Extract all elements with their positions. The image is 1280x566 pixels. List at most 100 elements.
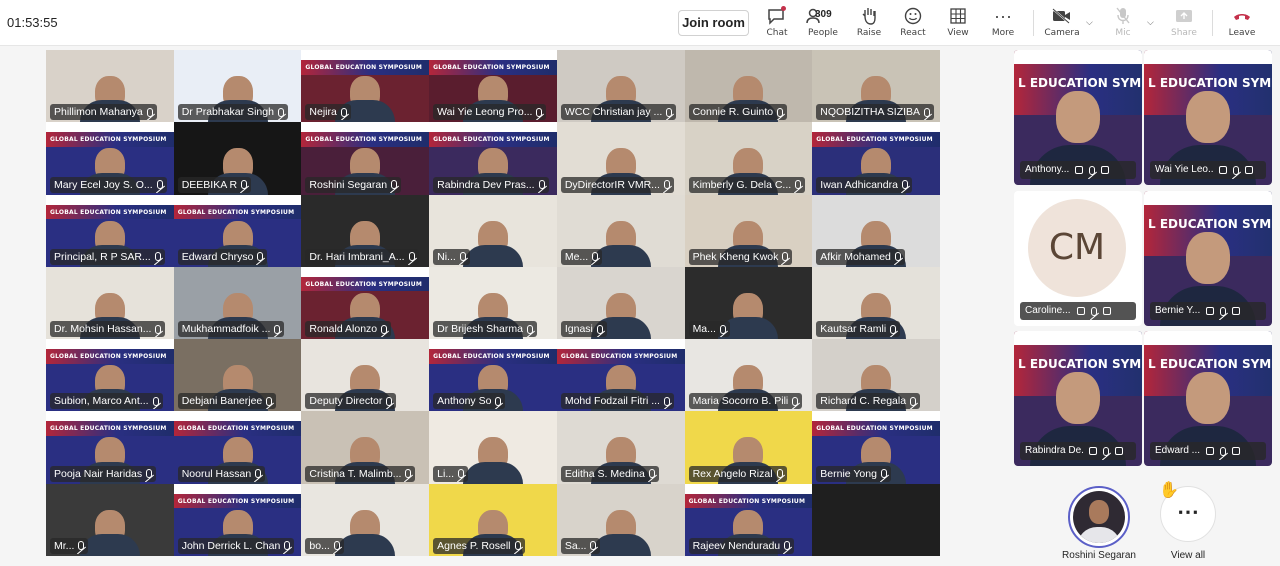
sponsor-logo-strip: [1014, 331, 1142, 345]
participant-tile[interactable]: Phek Kheng Kwok: [684, 194, 813, 267]
participant-tile[interactable]: GLOBAL EDUCATION SYMPOSIUM Nejira: [301, 50, 430, 123]
participant-name: Nejira: [309, 106, 337, 119]
participant-tile[interactable]: GLOBAL EDUCATION SYMPOSIUM Rajeev Nendura…: [684, 483, 813, 556]
view-button[interactable]: View: [936, 6, 980, 42]
participant-name: Richard C. Regala: [820, 395, 907, 408]
participant-name: Ma...: [692, 323, 716, 336]
participant-video: [1186, 371, 1230, 424]
participant-tile[interactable]: Me...: [556, 194, 685, 267]
chat-button[interactable]: Chat: [755, 6, 799, 42]
participant-video: [462, 461, 523, 484]
participant-name: Sa...: [564, 539, 587, 552]
pin-icon[interactable]: [1102, 307, 1111, 315]
participant-tile[interactable]: NQOBIZITHA SIZIBA: [812, 50, 940, 123]
participant-tile[interactable]: Kautsar Ramli: [812, 266, 940, 340]
participant-tile[interactable]: DyDirectorIR VMR...: [556, 122, 685, 195]
pinned-participant-tile[interactable]: L EDUCATION SYMPO Wai Yie Leo...: [1144, 50, 1272, 185]
react-button[interactable]: React: [891, 6, 935, 42]
participant-tile[interactable]: GLOBAL EDUCATION SYMPOSIUM Mary Ecel Joy …: [46, 122, 174, 195]
participant-tile[interactable]: GLOBAL EDUCATION SYMPOSIUM Wai Yie Leong …: [429, 50, 557, 123]
participant-tile[interactable]: WCC Christian jay ...: [556, 50, 685, 123]
participant-tile[interactable]: Sa...: [556, 483, 685, 556]
participant-tile[interactable]: GLOBAL EDUCATION SYMPOSIUM Mohd Fodzail F…: [556, 339, 685, 412]
participant-tile[interactable]: Connie R. Guinto: [684, 50, 813, 123]
mic-muted-icon: [590, 541, 597, 551]
mic-muted-icon: [538, 180, 545, 190]
participant-tile[interactable]: GLOBAL EDUCATION SYMPOSIUM Ronald Alonzo: [301, 266, 430, 340]
people-button[interactable]: 309 People: [798, 6, 848, 42]
pinned-participant-tile[interactable]: L EDUCATION SYMPO Rabindra De...: [1014, 331, 1142, 466]
participant-tile[interactable]: GLOBAL EDUCATION SYMPOSIUM Principal, R P…: [46, 194, 174, 267]
share-button[interactable]: Share: [1162, 6, 1206, 42]
participant-name-tag: Connie R. Guinto: [688, 104, 788, 121]
participant-name-tag: Ma...: [688, 321, 730, 338]
participant-tile[interactable]: Dr Brijesh Sharma: [429, 266, 557, 340]
participant-tile[interactable]: Ignasi: [556, 266, 685, 340]
more-label: More: [991, 28, 1015, 38]
more-button[interactable]: ··· More: [981, 6, 1025, 42]
presenter-avatar[interactable]: [1068, 486, 1130, 548]
camera-options-chevron-icon[interactable]: ⌵: [1086, 17, 1093, 28]
people-count: 309: [815, 9, 832, 20]
participant-tile[interactable]: Dr. Hari Imbrani_A...: [301, 194, 430, 267]
participant-name: Subion, Marco Ant...: [54, 395, 149, 408]
participant-tile[interactable]: GLOBAL EDUCATION SYMPOSIUM Iwan Adhicandr…: [812, 122, 940, 195]
participant-tile[interactable]: Ni...: [429, 194, 557, 267]
pinned-participant-tile[interactable]: L EDUCATION SYMPO Edward ...: [1144, 331, 1272, 466]
participant-tile[interactable]: GLOBAL EDUCATION SYMPOSIUM Edward Chryso: [173, 194, 302, 267]
participant-tile[interactable]: Afkir Mohamed: [812, 194, 940, 267]
participant-tile[interactable]: Dr Prabhakar Singh: [173, 50, 302, 123]
participant-tile[interactable]: GLOBAL EDUCATION SYMPOSIUM Noorul Hassan: [173, 411, 302, 484]
raise-hand-button[interactable]: Raise: [847, 6, 891, 42]
participant-tile[interactable]: GLOBAL EDUCATION SYMPOSIUM Roshini Segara…: [301, 122, 430, 195]
participant-tile[interactable]: Debjani Banerjee: [173, 339, 302, 412]
participant-tile[interactable]: Agnes P. Rosell: [429, 483, 557, 556]
participant-name: Me...: [564, 250, 589, 263]
participant-tile[interactable]: Ma...: [684, 266, 813, 340]
pinned-participant-tile[interactable]: L EDUCATION SYMPO Anthony...: [1014, 50, 1142, 185]
meeting-timer: 01:53:55: [7, 15, 58, 30]
participant-tile[interactable]: GLOBAL EDUCATION SYMPOSIUM Anthony So: [429, 339, 557, 412]
participant-tile[interactable]: GLOBAL EDUCATION SYMPOSIUM Pooja Nair Har…: [46, 411, 174, 484]
participant-tile[interactable]: Li...: [429, 411, 557, 484]
participant-tile[interactable]: GLOBAL EDUCATION SYMPOSIUM Rabindra Dev P…: [429, 122, 557, 195]
participant-tile[interactable]: [812, 483, 940, 556]
people-icon: 309: [798, 6, 848, 26]
pinned-participant-tile[interactable]: CM Caroline...: [1014, 191, 1142, 326]
leave-button[interactable]: Leave: [1220, 6, 1264, 42]
pinned-participant-tile[interactable]: L EDUCATION SYMPO Bernie Y...: [1144, 191, 1272, 326]
participant-tile[interactable]: Rex Angelo Rizal: [684, 411, 813, 484]
participant-tile[interactable]: Mr...: [46, 483, 174, 556]
participant-tile[interactable]: Richard C. Regala: [812, 339, 940, 412]
join-room-button[interactable]: Join room: [678, 10, 749, 36]
pin-icon[interactable]: [1232, 307, 1241, 315]
participant-tile[interactable]: Dr. Mohsin Hassan...: [46, 266, 174, 340]
participant-tile[interactable]: GLOBAL EDUCATION SYMPOSIUM Bernie Yong: [812, 411, 940, 484]
participant-tile[interactable]: Deputy Director: [301, 339, 430, 412]
mic-options-chevron-icon[interactable]: ⌵: [1147, 17, 1154, 28]
participant-tile[interactable]: bo...: [301, 483, 430, 556]
pin-icon[interactable]: [1245, 166, 1253, 174]
camera-label: Camera: [1044, 28, 1080, 38]
pin-icon[interactable]: [1101, 166, 1110, 174]
participant-tile[interactable]: Kimberly G. Dela C...: [684, 122, 813, 195]
pin-icon[interactable]: [1232, 447, 1241, 455]
participant-tile[interactable]: Maria Socorro B. Pili: [684, 339, 813, 412]
participant-tile[interactable]: Mukhammadfoik ...: [173, 266, 302, 340]
participant-name: Edward ...: [1155, 445, 1201, 456]
mic-muted-icon: [284, 541, 291, 551]
participant-tile[interactable]: GLOBAL EDUCATION SYMPOSIUM Subion, Marco …: [46, 339, 174, 412]
pin-icon[interactable]: [1115, 447, 1123, 455]
camera-button[interactable]: Camera: [1040, 6, 1084, 42]
mic-button[interactable]: Mic: [1101, 6, 1145, 42]
participant-tile[interactable]: GLOBAL EDUCATION SYMPOSIUM John Derrick L…: [173, 483, 302, 556]
share-icon: [1162, 6, 1206, 26]
participant-tile[interactable]: Cristina T. Malimb...: [301, 411, 430, 484]
view-all-label: View all: [1170, 550, 1206, 561]
participant-tile[interactable]: Phillimon Mahanya: [46, 50, 174, 123]
hang-up-icon: [1220, 6, 1264, 26]
mic-muted-icon: [792, 396, 799, 406]
participant-tile[interactable]: Editha S. Medina: [556, 411, 685, 484]
participant-name-tag: Noorul Hassan: [177, 465, 266, 482]
participant-tile[interactable]: DEEBIKA R: [173, 122, 302, 195]
